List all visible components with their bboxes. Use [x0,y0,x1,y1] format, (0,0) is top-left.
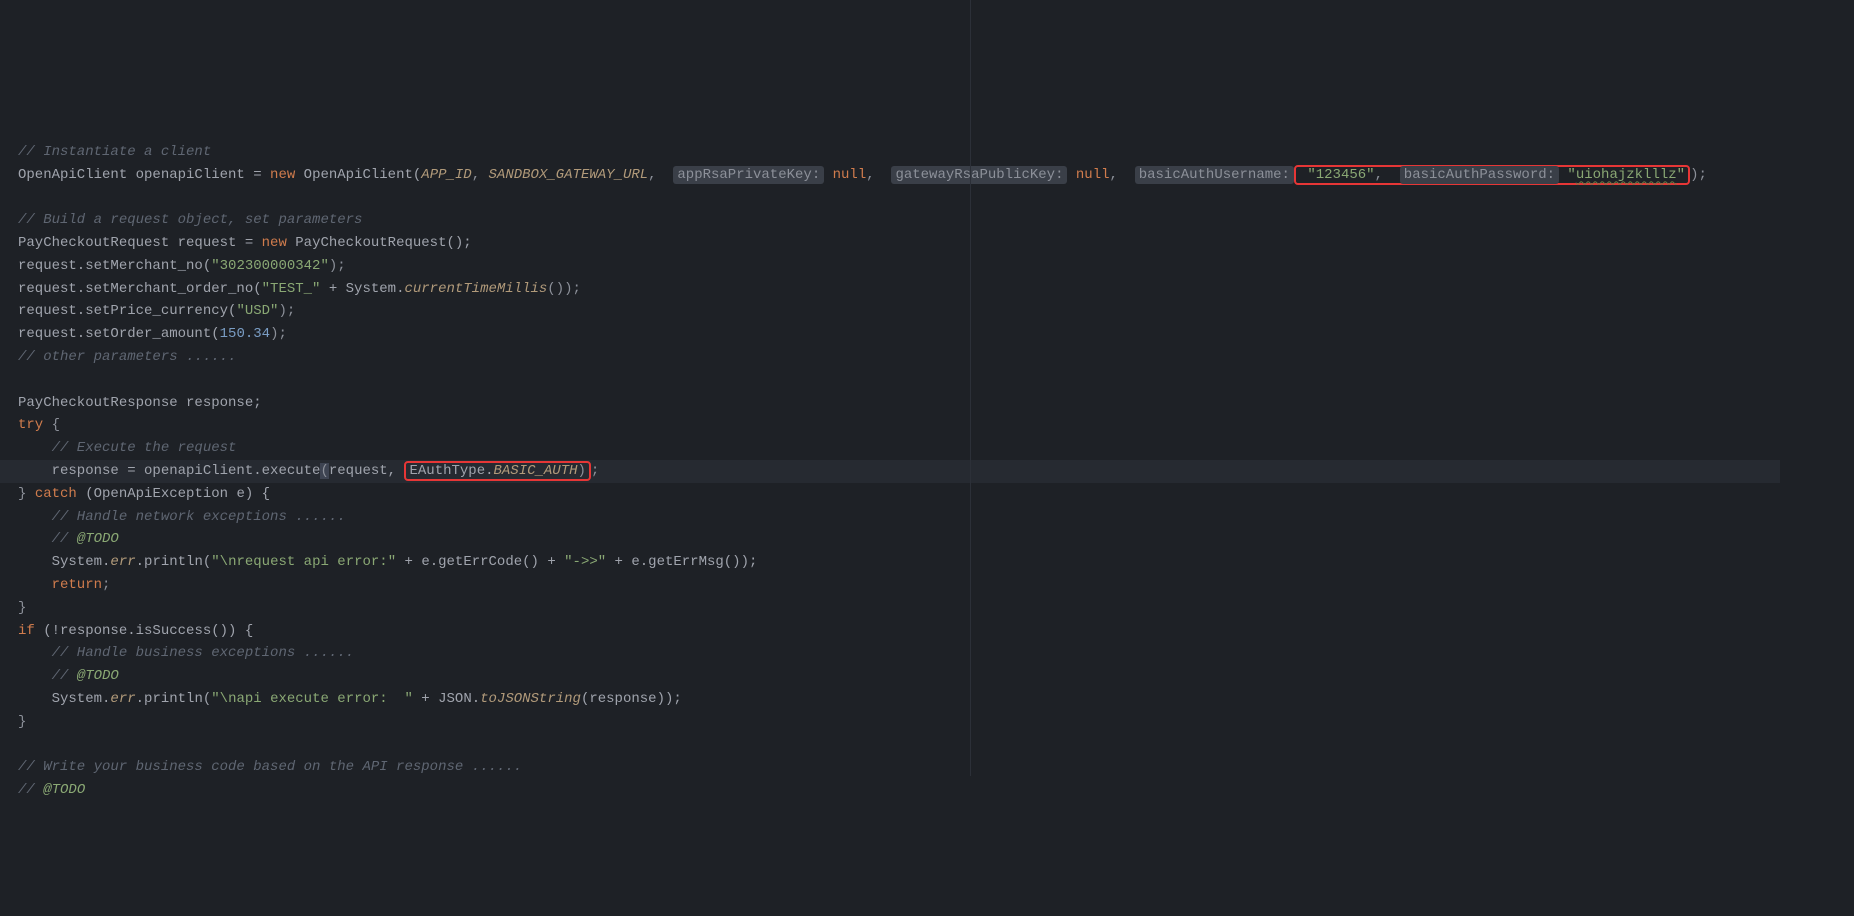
const-gateway-url: SANDBOX_GATEWAY_URL [489,167,649,183]
punct: { [43,417,60,433]
param-hint-basic-auth-username: basicAuthUsername: [1135,166,1294,184]
string-quote: " [1559,167,1576,183]
const-app-id: APP_ID [421,167,471,183]
punct: ; [102,577,110,593]
code-comment: // other parameters ...... [18,349,236,365]
string-literal: "->>" [564,554,606,570]
code-text: System. [18,691,110,707]
punct: ); [1690,167,1707,183]
editor-right-margin-line [970,0,971,776]
keyword-try: try [18,417,43,433]
code-comment: // Handle network exceptions ...... [18,509,346,525]
code-text: response = openapiClient.execute [18,463,320,479]
todo-tag: @TODO [43,782,85,798]
string-quote: " [1677,167,1685,183]
highlight-box-auth-type: EAuthType.BASIC_AUTH) [404,461,590,481]
punct: ; [591,463,599,479]
code-text: OpenApiClient( [295,167,421,183]
caret-column: ( [320,463,328,479]
string-password-value: uiohajzklllz [1576,167,1677,183]
punct: ); [329,258,346,274]
code-text: request, [329,463,405,479]
string-usd: "USD" [236,303,278,319]
field-err: err [110,691,135,707]
punct: } [18,600,26,616]
code-editor[interactable]: // Instantiate a client OpenApiClient op… [18,141,1836,802]
field-err: err [110,554,135,570]
code-comment: // Write your business code based on the… [18,759,522,775]
method-to-json-string: toJSONString [480,691,581,707]
keyword-catch: catch [35,486,77,502]
code-text: + System. [320,281,404,297]
punct: ) [578,463,586,479]
punct: , [1110,167,1127,183]
param-hint-app-rsa-private-key: appRsaPrivateKey: [673,166,824,184]
code-comment: // Build a request object, set parameter… [18,212,362,228]
code-comment: // [18,531,77,547]
param-hint-gateway-rsa-public-key: gatewayRsaPublicKey: [891,166,1067,184]
punct: } [18,714,26,730]
number-amount: 150.34 [220,326,270,342]
code-text: (OpenApiException e) { [77,486,270,502]
code-text: (response)); [581,691,682,707]
punct: , [866,167,883,183]
code-text: request.setMerchant_no( [18,258,211,274]
string-literal: "\nrequest api error:" [211,554,396,570]
code-text: PayCheckoutResponse response; [18,395,262,411]
code-text: PayCheckoutRequest(); [287,235,472,251]
todo-tag: @TODO [77,531,119,547]
code-text: + e.getErrMsg()); [606,554,757,570]
string-merchant-no: "302300000342" [211,258,329,274]
null-literal: null [1067,167,1109,183]
keyword-new: new [262,235,287,251]
code-text: .println( [136,691,212,707]
code-text: PayCheckoutRequest request = [18,235,262,251]
punct: , [648,167,665,183]
punct: ); [278,303,295,319]
punct: } [18,486,35,502]
current-line-highlight: response = openapiClient.execute(request… [0,460,1780,483]
code-comment: // Handle business exceptions ...... [18,645,354,661]
keyword-return: return [18,577,102,593]
code-text: request.setPrice_currency( [18,303,236,319]
keyword-new: new [270,167,295,183]
string-literal: "\napi execute error: " [211,691,413,707]
code-comment: // Instantiate a client [18,144,211,160]
code-text: + JSON. [413,691,480,707]
punct: , [472,167,489,183]
code-comment: // [18,782,43,798]
code-text: System. [18,554,110,570]
todo-tag: @TODO [77,668,119,684]
code-text: (!response.isSuccess()) { [35,623,253,639]
code-text: request.setOrder_amount( [18,326,220,342]
highlight-box-username: "123456", basicAuthPassword: "uiohajzkll… [1294,165,1690,185]
code-text: openapiClient = [127,167,270,183]
code-text: EAuthType. [409,463,493,479]
const-basic-auth: BASIC_AUTH [494,463,578,479]
string-test-prefix: "TEST_" [262,281,321,297]
keyword-if: if [18,623,35,639]
punct: ()); [547,281,581,297]
code-comment: // Execute the request [18,440,236,456]
code-text: OpenApiClient [18,167,127,183]
punct: , [1375,167,1392,183]
code-text: .println( [136,554,212,570]
param-hint-basic-auth-password: basicAuthPassword: [1400,166,1559,184]
null-literal: null [824,167,866,183]
punct: ( [320,463,328,479]
punct: ); [270,326,287,342]
method-current-time-millis: currentTimeMillis [404,281,547,297]
string-username: "123456" [1299,167,1375,183]
code-text: + e.getErrCode() + [396,554,564,570]
code-text: request.setMerchant_order_no( [18,281,262,297]
code-comment: // [18,668,77,684]
